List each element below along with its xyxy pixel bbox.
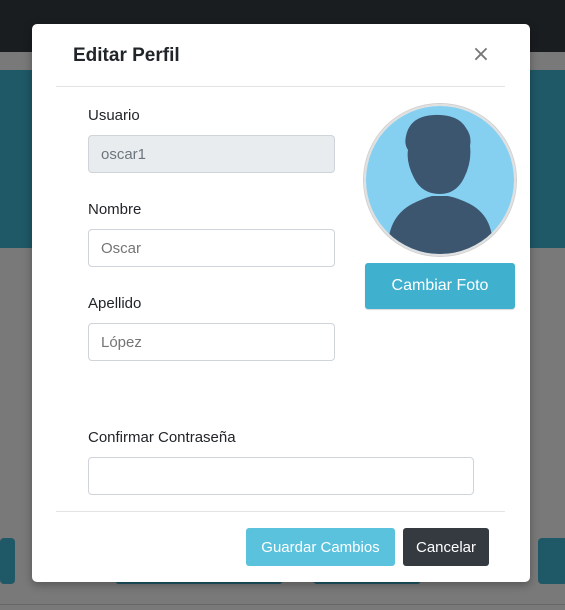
confirm-password-label: Confirmar Contraseña — [88, 429, 236, 446]
header-divider — [56, 86, 505, 87]
modal-title: Editar Perfil — [73, 45, 180, 66]
avatar-image — [366, 106, 514, 254]
apellido-label: Apellido — [88, 295, 142, 312]
footer-divider — [56, 511, 505, 512]
close-icon[interactable]: × — [470, 42, 492, 68]
usuario-field[interactable] — [88, 135, 335, 173]
user-silhouette-icon — [364, 104, 516, 256]
confirm-password-field[interactable] — [88, 457, 474, 495]
change-photo-button[interactable]: Cambiar Foto — [365, 263, 515, 309]
save-changes-button[interactable]: Guardar Cambios — [246, 528, 395, 566]
usuario-label: Usuario — [88, 107, 140, 124]
nombre-label: Nombre — [88, 201, 142, 218]
nombre-field[interactable] — [88, 229, 335, 267]
modal-header: Editar Perfil × — [32, 24, 530, 86]
cancel-button[interactable]: Cancelar — [403, 528, 489, 566]
apellido-field[interactable] — [88, 323, 335, 361]
edit-profile-modal: Editar Perfil × Usuario Nombre Apellido … — [32, 24, 530, 582]
